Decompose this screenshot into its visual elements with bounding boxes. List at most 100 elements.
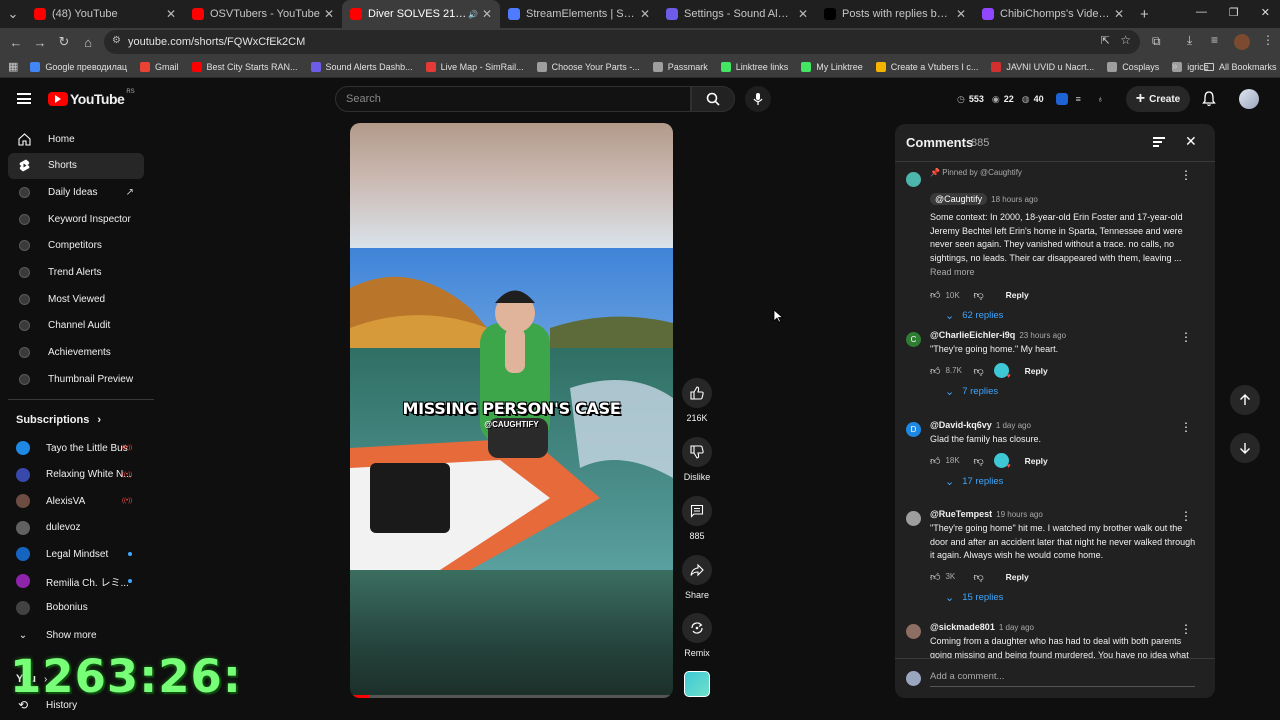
tab-close-icon[interactable]: ✕: [324, 7, 334, 21]
comments-button[interactable]: [682, 496, 712, 526]
comment-like-icon[interactable]: 👍︎: [930, 365, 940, 377]
subscription-item[interactable]: dulevoz: [16, 516, 146, 540]
subscriptions-heading[interactable]: Subscriptions ›: [16, 414, 101, 426]
search-input[interactable]: Search: [335, 86, 691, 112]
media-icon[interactable]: ≡: [1211, 33, 1218, 47]
account-avatar[interactable]: [1239, 89, 1259, 109]
apps-icon[interactable]: ▦: [8, 60, 18, 73]
sidebar-item[interactable]: Shorts: [8, 152, 144, 179]
subscription-item[interactable]: AlexisVA ((•)): [16, 489, 146, 513]
like-button[interactable]: [682, 378, 712, 408]
comment-menu-icon[interactable]: ⋮: [1180, 622, 1192, 636]
progress-bar[interactable]: [350, 695, 673, 698]
comment-menu-icon[interactable]: ⋮: [1180, 330, 1192, 344]
dislike-button[interactable]: [682, 437, 712, 467]
comment-author[interactable]: @sickmade801: [930, 622, 995, 632]
read-more-link[interactable]: Read more: [930, 267, 975, 277]
bookmark-item[interactable]: Cosplays: [1107, 61, 1159, 72]
bookmark-item[interactable]: My Linktree: [801, 61, 863, 72]
bookmark-item[interactable]: Choose Your Parts -...: [536, 61, 640, 72]
site-info-icon[interactable]: ⚙: [112, 35, 121, 46]
comment-like-icon[interactable]: 👍︎: [930, 289, 940, 301]
subscription-item[interactable]: Legal Mindset: [16, 542, 146, 566]
browser-tab[interactable]: Settings - Sound Alerts ✕: [658, 0, 816, 28]
tab-close-icon[interactable]: ✕: [640, 7, 650, 21]
show-more-button[interactable]: ⌄ Show more: [16, 623, 146, 647]
browser-tab[interactable]: StreamElements | Subathon Co ✕: [500, 0, 658, 28]
comment-author[interactable]: @David-kq6vy: [930, 420, 992, 430]
commenter-avatar[interactable]: [906, 624, 921, 639]
comment-reply-button[interactable]: Reply: [1025, 366, 1048, 376]
tab-close-icon[interactable]: ✕: [482, 7, 492, 21]
subscription-item[interactable]: Tayo the Little Bus ((•)): [16, 436, 146, 460]
bookmark-item[interactable]: Sound Alerts Dashb...: [310, 61, 413, 72]
bookmark-item[interactable]: Live Map - SimRail...: [425, 61, 524, 72]
bookmark-item[interactable]: Linktree links: [720, 61, 788, 72]
tab-close-icon[interactable]: ✕: [166, 7, 176, 21]
sidebar-item[interactable]: Most Viewed: [8, 286, 144, 312]
channel-avatar[interactable]: [684, 671, 710, 697]
previous-short-button[interactable]: [1230, 385, 1260, 415]
sidebar-item[interactable]: Thumbnail Preview: [8, 366, 144, 392]
commenter-avatar[interactable]: [906, 172, 921, 187]
bookmark-item[interactable]: Gmail: [140, 61, 179, 72]
extensions-icon[interactable]: ⧉: [1152, 34, 1161, 49]
notifications-icon[interactable]: [1202, 91, 1216, 112]
view-replies-button[interactable]: ⌄ 15 replies: [945, 591, 1003, 604]
bookmark-item[interactable]: Create a Vtubers I c...: [875, 61, 978, 72]
youtube-logo[interactable]: YouTube RS: [48, 89, 135, 107]
comment-dislike-icon[interactable]: 👎︎: [973, 455, 983, 467]
comment-author[interactable]: @RueTempest: [930, 509, 992, 519]
list-icon[interactable]: ≡: [1076, 94, 1081, 104]
back-icon[interactable]: ←: [4, 30, 28, 54]
browser-tab[interactable]: ChibiChomps's Videos - Twitch ✕: [974, 0, 1132, 28]
comment-dislike-icon[interactable]: 👎︎: [973, 365, 983, 377]
comment-reply-button[interactable]: Reply: [1006, 290, 1029, 300]
restore-icon[interactable]: ❐: [1229, 6, 1239, 19]
sort-icon[interactable]: [1153, 137, 1165, 147]
remix-button[interactable]: [682, 613, 712, 643]
view-replies-button[interactable]: ⌄ 7 replies: [945, 385, 998, 398]
badge-icon[interactable]: ♁: [1097, 94, 1104, 104]
browser-tab[interactable]: Diver SOLVES 21 Year Old M🔊 ✕: [342, 0, 500, 28]
reload-icon[interactable]: ↻: [52, 30, 76, 54]
commenter-avatar[interactable]: [906, 511, 921, 526]
downloads-icon[interactable]: ⤓: [1187, 33, 1192, 48]
share-button[interactable]: [682, 555, 712, 585]
search-button[interactable]: [691, 86, 735, 112]
subscription-item[interactable]: Bobonius: [16, 596, 146, 620]
close-comments-icon[interactable]: ✕: [1185, 133, 1197, 150]
sidebar-item[interactable]: Channel Audit: [8, 313, 144, 339]
bookmark-star-icon[interactable]: ☆: [1120, 33, 1131, 47]
subscription-item[interactable]: Relaxing White N... ((•)): [16, 463, 146, 487]
comment-menu-icon[interactable]: ⋮: [1180, 168, 1192, 182]
bookmarks-overflow-icon[interactable]: »: [1172, 61, 1178, 72]
extension-badge-icon[interactable]: [1055, 93, 1068, 105]
voice-search-button[interactable]: [745, 86, 771, 112]
sidebar-item[interactable]: Achievements: [8, 340, 144, 366]
tab-close-icon[interactable]: ✕: [956, 7, 966, 21]
profile-avatar[interactable]: [1234, 34, 1250, 50]
bookmark-item[interactable]: JAVNI UVID u Nacrt...: [991, 61, 1094, 72]
browser-menu-icon[interactable]: ⋮: [1262, 33, 1274, 47]
minimize-icon[interactable]: —: [1196, 6, 1207, 19]
browser-tab[interactable]: OSVTubers - YouTube ✕: [184, 0, 342, 28]
comment-dislike-icon[interactable]: 👎︎: [973, 289, 983, 301]
sidebar-item[interactable]: Keyword Inspector: [8, 206, 144, 232]
comment-author[interactable]: @Caughtify: [930, 193, 988, 205]
sidebar-item[interactable]: Trend Alerts: [8, 260, 144, 286]
add-comment-input[interactable]: Add a comment...: [930, 671, 1195, 687]
comment-reply-button[interactable]: Reply: [1025, 456, 1048, 466]
view-replies-button[interactable]: ⌄ 62 replies: [945, 309, 1003, 322]
home-icon[interactable]: ⌂: [76, 30, 100, 54]
tab-audio-icon[interactable]: 🔊: [468, 10, 478, 19]
close-window-icon[interactable]: ✕: [1261, 6, 1270, 19]
install-icon[interactable]: ⇱: [1101, 34, 1110, 47]
new-tab-button[interactable]: +: [1140, 6, 1149, 23]
commenter-avatar[interactable]: C: [906, 332, 921, 347]
comment-dislike-icon[interactable]: 👎︎: [973, 571, 983, 583]
sidebar-item[interactable]: Home: [8, 126, 144, 152]
comment-author[interactable]: @CharlieEichler-i9q: [930, 330, 1015, 340]
comment-menu-icon[interactable]: ⋮: [1180, 420, 1192, 434]
browser-tab[interactable]: (48) YouTube ✕: [26, 0, 184, 28]
